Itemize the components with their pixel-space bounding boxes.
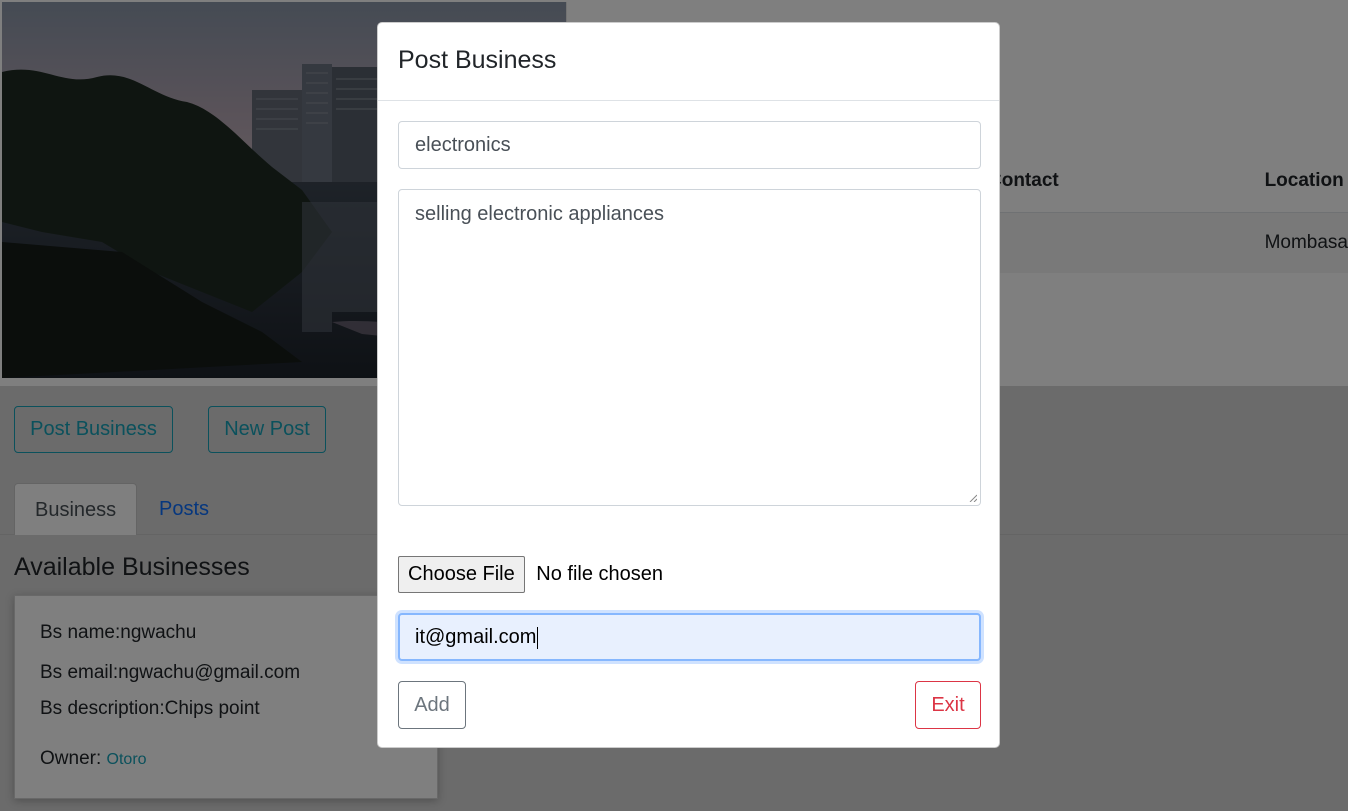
resize-grip-icon[interactable]	[969, 494, 977, 502]
email-value: it@gmail.com	[415, 626, 537, 648]
description-text: selling electronic appliances	[415, 203, 665, 225]
email-input[interactable]: it@gmail.com	[398, 613, 981, 661]
exit-button[interactable]: Exit	[915, 681, 981, 729]
add-button[interactable]: Add	[398, 681, 466, 729]
choose-file-button[interactable]: Choose File	[398, 556, 525, 593]
file-input: Choose File No file chosen	[398, 556, 663, 594]
business-name-input[interactable]	[398, 121, 981, 169]
file-status: No file chosen	[536, 563, 664, 585]
page: Contact Location 6 Mombasa Post Business…	[0, 0, 1348, 811]
post-business-modal: Post Business selling electronic applian…	[377, 22, 1000, 748]
text-caret	[537, 626, 539, 649]
modal-header: Post Business	[378, 23, 999, 101]
modal-title: Post Business	[398, 46, 557, 74]
business-description-textarea[interactable]: selling electronic appliances	[398, 189, 981, 506]
